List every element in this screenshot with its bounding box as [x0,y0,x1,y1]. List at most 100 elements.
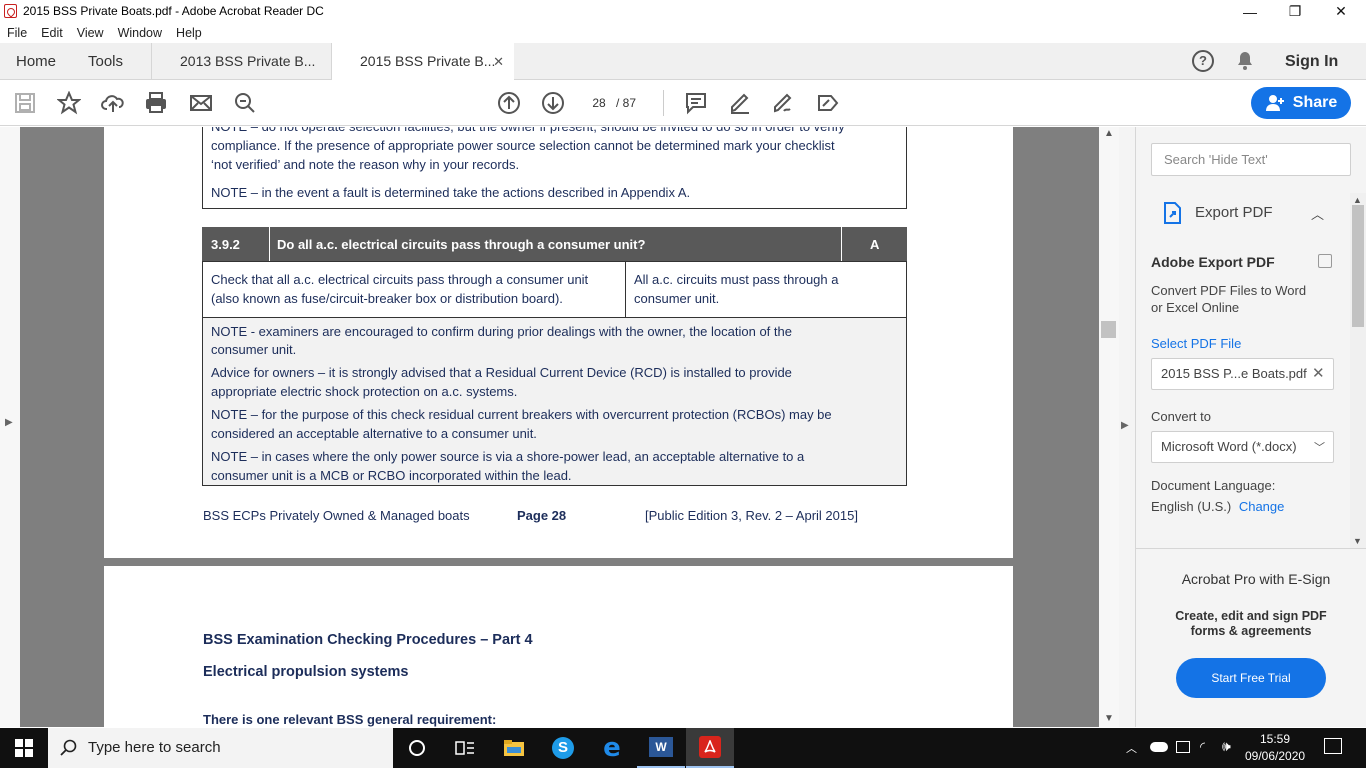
save-icon[interactable] [12,90,38,116]
convert-format-select[interactable]: Microsoft Word (*.docx) ﹀ [1151,431,1334,463]
start-free-trial-button[interactable]: Start Free Trial [1176,658,1326,698]
bookmark-star-icon[interactable] [56,90,82,116]
window-title: 2015 BSS Private Boats.pdf - Adobe Acrob… [23,4,324,18]
action-center-icon[interactable] [1324,738,1342,754]
pane-scroll-up-icon[interactable]: ▲ [1353,195,1362,205]
convert-to-label: Convert to [1151,409,1211,424]
task-view-icon[interactable] [441,728,489,768]
tab-home[interactable]: Home [16,43,56,80]
check-criterion-line1: All a.c. circuits must pass through a [634,272,839,287]
share-button[interactable]: Share [1251,87,1351,119]
file-explorer-icon[interactable] [490,728,538,768]
taskbar-clock[interactable]: 15:59 09/06/2020 [1245,731,1305,765]
copy-icon[interactable] [1318,254,1332,268]
note4-line1: NOTE – in cases where the only power sou… [211,449,805,464]
windows-taskbar: Type here to search S e W ︿ ◜ 🕪 15:59 09… [0,728,1366,768]
taskbar-search-box[interactable]: Type here to search [48,728,393,768]
page-footer-left: BSS ECPs Privately Owned & Managed boats [203,508,470,523]
note1-line2: consumer unit. [211,342,297,357]
remove-file-icon[interactable]: ✕ [1312,364,1325,382]
acrobat-app-icon [4,4,17,18]
note1-line1: NOTE - examiners are encouraged to confi… [211,324,792,339]
tab-tools[interactable]: Tools [88,43,123,80]
word-app-icon[interactable]: W [637,728,685,768]
notification-bell-icon[interactable] [1236,51,1254,75]
send-for-signature-icon[interactable] [815,90,841,116]
wifi-icon[interactable]: ◜ [1200,739,1205,755]
highlight-pen-icon[interactable] [727,90,753,116]
menu-help[interactable]: Help [176,23,202,43]
windows-start-icon[interactable] [0,728,48,768]
change-language-link[interactable]: Change [1239,499,1285,514]
chevron-down-icon: ﹀ [1314,442,1325,454]
header-divider [841,227,842,262]
show-hidden-icons[interactable]: ︿ [1126,740,1137,756]
tab-document-2013-label: 2013 BSS Private B... [180,53,316,69]
volume-icon[interactable]: 🕪 [1222,738,1231,755]
promo-title: Acrobat Pro with E-Sign [1181,571,1331,587]
document-scroll-thumb[interactable] [1101,321,1116,338]
email-icon[interactable] [188,90,214,116]
help-icon[interactable]: ? [1192,50,1214,72]
acrobat-taskbar-icon[interactable] [686,728,734,768]
selected-file-name: 2015 BSS P...e Boats.pdf [1161,366,1307,381]
zoom-search-icon[interactable] [232,90,258,116]
tab-bar: Home Tools 2013 BSS Private B... 2015 BS… [0,43,1366,81]
tab-document-2013[interactable]: 2013 BSS Private B... [151,43,338,80]
note3-line2: considered an acceptable alternative to … [211,426,537,441]
edge-browser-icon[interactable]: e [588,728,636,768]
collapse-right-pane-icon[interactable]: ▶ [1121,420,1129,431]
expand-left-panel-icon[interactable]: ▶ [5,417,13,428]
cortana-icon[interactable] [393,728,441,768]
tab-document-2015[interactable]: 2015 BSS Private B... ✕ [331,43,514,81]
share-label: Share [1292,94,1338,111]
check-instruction-line2: (also known as fuse/circuit-breaker box … [211,291,563,306]
chevron-up-icon[interactable]: ︿ [1311,204,1324,223]
part4-heading: BSS Examination Checking Procedures – Pa… [203,632,533,648]
general-requirement-intro: There is one relevant BSS general requir… [203,712,497,727]
check-row-divider [625,261,626,318]
note4-line2: consumer unit is a MCB or RCBO incorpora… [211,468,572,483]
skype-icon[interactable]: S [539,728,587,768]
check-number: 3.9.2 [211,237,240,252]
close-tab-icon[interactable]: ✕ [493,43,504,80]
tools-search-input[interactable]: Search 'Hide Text' [1151,143,1351,176]
network-icon[interactable] [1176,741,1190,753]
next-page-icon[interactable] [540,90,566,116]
previous-page-icon[interactable] [496,90,522,116]
tools-pane-scroll-thumb[interactable] [1352,205,1364,327]
document-language-value: English (U.S.) [1151,499,1232,514]
scroll-up-icon[interactable]: ▲ [1104,128,1114,139]
menu-bar: File Edit View Window Help [0,23,1366,43]
page-number-input[interactable]: 28 [583,93,615,113]
document-scrollbar[interactable] [1099,127,1119,727]
restore-button[interactable]: ❐ [1272,0,1318,23]
scroll-down-icon[interactable]: ▼ [1104,713,1114,724]
export-pdf-title[interactable]: Export PDF [1195,204,1273,221]
page-footer-number: Page 28 [517,508,567,523]
document-viewport[interactable]: ▶ NOTE – do not operate selection facili… [0,127,1119,727]
menu-view[interactable]: View [77,23,104,43]
upload-cloud-icon[interactable] [100,90,126,116]
convert-format-value: Microsoft Word (*.docx) [1161,439,1297,454]
pane-scroll-down-icon[interactable]: ▼ [1353,536,1362,546]
menu-edit[interactable]: Edit [41,23,63,43]
taskbar-search-placeholder: Type here to search [88,739,221,756]
search-icon [60,739,77,756]
adobe-export-heading: Adobe Export PDF [1151,254,1275,270]
print-icon[interactable] [143,90,169,116]
check-question: Do all a.c. electrical circuits pass thr… [277,237,646,252]
close-window-button[interactable]: ✕ [1318,0,1364,23]
header-divider [269,227,270,262]
menu-file[interactable]: File [7,23,27,43]
convert-desc-line2: or Excel Online [1151,300,1240,315]
sign-in-button[interactable]: Sign In [1285,43,1338,80]
minimize-button[interactable]: — [1227,0,1273,23]
fill-sign-icon[interactable] [770,90,796,116]
comment-icon[interactable] [683,90,709,116]
menu-window[interactable]: Window [118,23,162,43]
pdf-page-29: BSS Examination Checking Procedures – Pa… [104,566,1013,727]
onedrive-cloud-icon[interactable] [1150,742,1168,752]
select-pdf-file-link[interactable]: Select PDF File [1151,335,1241,352]
convert-desc-line1: Convert PDF Files to Word [1151,283,1307,298]
